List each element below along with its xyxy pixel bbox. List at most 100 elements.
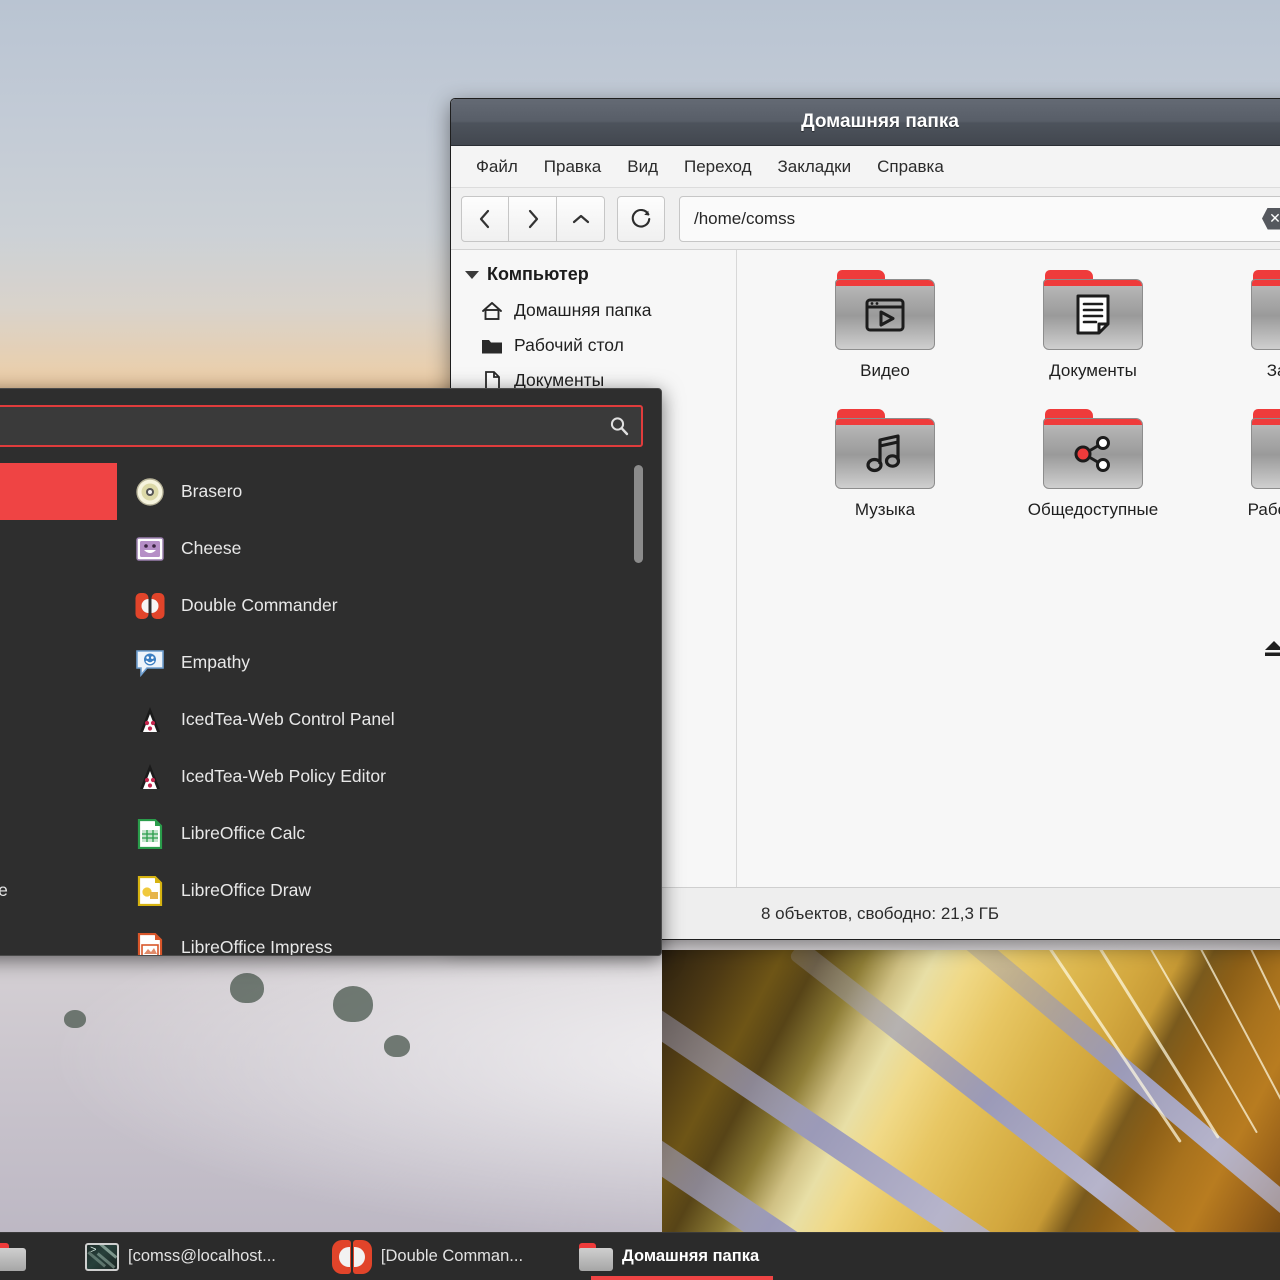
icon-grid: Видео Документы З Музыка Общедоступные Р… (737, 270, 1280, 520)
forward-button[interactable] (509, 195, 557, 242)
sidebar-item-home[interactable]: Домашняя папка (465, 293, 736, 328)
category-label: Администрирование (0, 880, 8, 901)
app-item-icedtea-web-policy-editor[interactable]: IcedTea-Web Policy Editor (117, 748, 661, 805)
app-label: IcedTea-Web Control Panel (181, 709, 395, 729)
clear-icon: ✕ (1269, 210, 1280, 226)
category-item-all-applications[interactable]: Все приложения (0, 463, 117, 520)
app-list-scrollbar[interactable] (634, 465, 643, 949)
app-label: LibreOffice Impress (181, 937, 333, 955)
file-item-desktop[interactable]: Рабочий стол (1197, 409, 1280, 520)
category-item-system[interactable]: Системные (0, 805, 117, 862)
application-list[interactable]: Brasero Cheese Double Commander Empathy … (117, 459, 661, 955)
path-text[interactable]: /home/comss (694, 209, 1262, 229)
category-item-office[interactable]: Офис (0, 748, 117, 805)
taskbar-item-home-folder[interactable]: Домашняя папка (565, 1233, 774, 1280)
file-label: Общедоступные (1027, 500, 1159, 519)
chevron-left-icon (479, 209, 490, 228)
sidebar-item-label: Рабочий стол (514, 335, 624, 355)
app-item-double-commander[interactable]: Double Commander (117, 577, 661, 634)
file-item-documents[interactable]: Документы (989, 270, 1197, 381)
taskbar[interactable]: [comss@localhost... [Double Comman... До… (0, 1232, 1280, 1280)
file-label: Видео (860, 361, 910, 380)
reload-button[interactable] (617, 195, 665, 242)
folder-icon (481, 336, 503, 356)
folder-icon (0, 1242, 26, 1271)
chevron-right-icon (528, 209, 538, 228)
file-label: Рабочий стол (1247, 500, 1280, 519)
tree-shape (384, 1034, 410, 1057)
menu-item-bookmarks[interactable]: Закладки (767, 152, 863, 182)
app-item-libreoffice-impress[interactable]: LibreOffice Impress (117, 919, 661, 955)
shared-folder-icon (1043, 409, 1143, 489)
app-label: Empathy (181, 652, 251, 672)
terminal-icon (85, 1242, 119, 1271)
empathy-chat-icon (135, 648, 165, 678)
file-item-shared[interactable]: Общедоступные (989, 409, 1197, 520)
search-icon[interactable] (609, 416, 629, 436)
file-item-music[interactable]: Музыка (781, 409, 989, 520)
chevron-down-icon[interactable] (465, 270, 479, 279)
app-label: IcedTea-Web Policy Editor (181, 766, 386, 786)
sidebar-item-label: Домашняя папка (514, 300, 652, 320)
category-list[interactable]: Все приложения Аудио и видео Графика Игр… (0, 459, 117, 955)
app-item-brasero[interactable]: Brasero (117, 463, 661, 520)
file-label: Загрузки (1266, 361, 1280, 380)
clear-path-button[interactable]: ✕ (1262, 207, 1280, 230)
scrollbar-thumb[interactable] (634, 465, 643, 563)
java-duke-icon (135, 705, 165, 735)
file-item-downloads[interactable]: Загрузки (1197, 270, 1280, 381)
back-button[interactable] (461, 195, 509, 242)
category-item-preferences[interactable]: Параметры (0, 919, 117, 955)
app-item-libreoffice-calc[interactable]: LibreOffice Calc (117, 805, 661, 862)
cheese-webcam-icon (135, 534, 165, 564)
app-label: Brasero (181, 481, 243, 501)
path-bar[interactable]: /home/comss ✕ (679, 195, 1280, 242)
menu-item-file[interactable]: Файл (465, 152, 529, 182)
chevron-up-icon (572, 214, 589, 223)
app-label: LibreOffice Calc (181, 823, 306, 843)
app-item-icedtea-web-control-panel[interactable]: IcedTea-Web Control Panel (117, 691, 661, 748)
sidebar-group-label: Компьютер (487, 264, 589, 284)
libreoffice-calc-icon (135, 818, 165, 849)
home-icon (481, 301, 503, 321)
menu-item-go[interactable]: Переход (673, 152, 763, 182)
documents-folder-icon (1043, 270, 1143, 350)
taskbar-item-double-commander[interactable]: [Double Comman... (318, 1233, 537, 1280)
navigation-button-group[interactable] (461, 195, 605, 242)
category-item-internet[interactable]: Интернет (0, 691, 117, 748)
category-item-audio-video[interactable]: Аудио и видео (0, 520, 117, 577)
app-item-cheese[interactable]: Cheese (117, 520, 661, 577)
category-item-graphics[interactable]: Графика (0, 577, 117, 634)
double-commander-icon (331, 1239, 372, 1274)
category-item-administration[interactable]: Администрирование (0, 862, 117, 919)
app-label: Cheese (181, 538, 242, 558)
file-item-video[interactable]: Видео (781, 270, 989, 381)
libreoffice-impress-icon (135, 932, 165, 955)
sidebar-item-desktop[interactable]: Рабочий стол (465, 328, 736, 363)
wallpaper-bridge-photo (662, 950, 1280, 1232)
window-title: Домашняя папка (451, 99, 1280, 146)
file-list-area[interactable]: Видео Документы З Музыка Общедоступные Р… (737, 250, 1280, 887)
tree-shape (64, 1010, 86, 1029)
application-menu[interactable]: Все приложения Аудио и видео Графика Игр… (0, 388, 662, 956)
menu-item-view[interactable]: Вид (616, 152, 669, 182)
up-button[interactable] (557, 195, 605, 242)
taskbar-item-label: Домашняя папка (622, 1247, 760, 1265)
menu-item-help[interactable]: Справка (866, 152, 955, 182)
eject-icon[interactable] (1261, 638, 1280, 658)
folder-icon (579, 1242, 614, 1271)
music-folder-icon (835, 409, 935, 489)
app-label: LibreOffice Draw (181, 880, 312, 900)
category-item-games[interactable]: Игры (0, 634, 117, 691)
taskbar-item-terminal[interactable]: [comss@localhost... (71, 1233, 290, 1280)
app-item-empathy[interactable]: Empathy (117, 634, 661, 691)
file-label: Музыка (854, 500, 916, 519)
app-item-libreoffice-draw[interactable]: LibreOffice Draw (117, 862, 661, 919)
taskbar-item-folder[interactable] (0, 1233, 49, 1280)
menu-item-edit[interactable]: Правка (533, 152, 612, 182)
menu-bar[interactable]: Файл Правка Вид Переход Закладки Справка (451, 146, 1280, 188)
sidebar-group-computer[interactable]: Компьютер (465, 264, 736, 285)
search-box[interactable] (0, 405, 643, 447)
search-input[interactable] (0, 416, 609, 436)
toolbar[interactable]: /home/comss ✕ (451, 188, 1280, 250)
